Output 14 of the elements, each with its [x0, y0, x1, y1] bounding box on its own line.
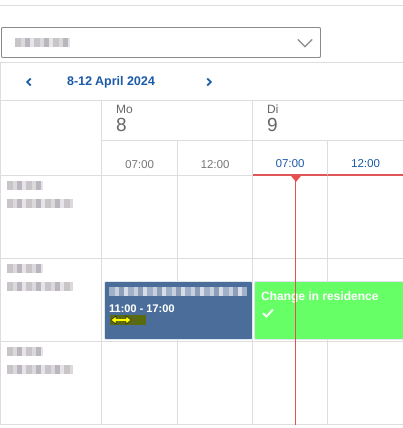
hour-label: 07:00 — [102, 141, 178, 176]
weekday-label: Di — [267, 103, 280, 116]
date-range-title: 8-12 April 2024 — [67, 73, 155, 90]
hour-label: 12:00 — [178, 141, 253, 176]
hour-label: 12:00 — [328, 141, 403, 176]
resize-cursor-icon — [110, 315, 146, 325]
day-number: 8 — [116, 116, 128, 136]
event-time: 11:00 - 17:00 — [109, 302, 176, 317]
event-block[interactable]: 11:00 - 17:00 — [104, 281, 253, 340]
hour-label: 07:00 — [253, 141, 328, 176]
day-number: 9 — [267, 116, 279, 136]
dropdown-field[interactable] — [1, 27, 321, 58]
weekday-label: Mo — [116, 103, 134, 116]
current-time-marker-icon — [290, 176, 300, 182]
